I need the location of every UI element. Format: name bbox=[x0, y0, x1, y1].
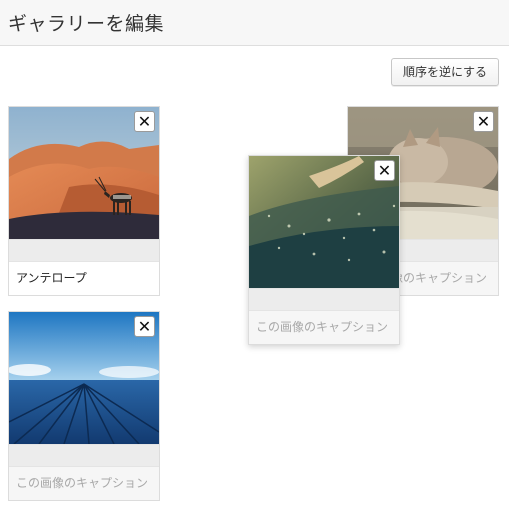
image-water-sparkle: ✕ bbox=[249, 156, 399, 288]
header: ギャラリーを編集 bbox=[0, 0, 509, 46]
reverse-order-button[interactable]: 順序を逆にする bbox=[391, 58, 499, 86]
caption-field[interactable]: アンテロープ bbox=[9, 262, 159, 295]
close-icon: ✕ bbox=[137, 112, 152, 131]
gallery-item-water[interactable]: ✕ この画像のキャプション bbox=[248, 155, 400, 345]
remove-image-button[interactable]: ✕ bbox=[134, 111, 155, 132]
gallery-item-ocean[interactable]: ✕ この画像のキャプション bbox=[8, 311, 160, 501]
image-antelope-desert: ✕ bbox=[9, 107, 159, 239]
image-ocean-boardwalk: ✕ bbox=[9, 312, 159, 444]
gallery-item-antelope[interactable]: ✕ アンテロープ bbox=[8, 106, 160, 296]
caption-field[interactable]: この画像のキャプション bbox=[9, 467, 159, 500]
page-title: ギャラリーを編集 bbox=[8, 13, 165, 35]
close-icon: ✕ bbox=[476, 112, 491, 131]
remove-image-button[interactable]: ✕ bbox=[374, 160, 395, 181]
drag-handle[interactable] bbox=[9, 239, 159, 262]
drag-handle[interactable] bbox=[9, 444, 159, 467]
close-icon: ✕ bbox=[377, 161, 392, 180]
close-icon: ✕ bbox=[137, 317, 152, 336]
remove-image-button[interactable]: ✕ bbox=[473, 111, 494, 132]
remove-image-button[interactable]: ✕ bbox=[134, 316, 155, 337]
drag-handle[interactable] bbox=[249, 288, 399, 311]
caption-field[interactable]: この画像のキャプション bbox=[249, 311, 399, 344]
